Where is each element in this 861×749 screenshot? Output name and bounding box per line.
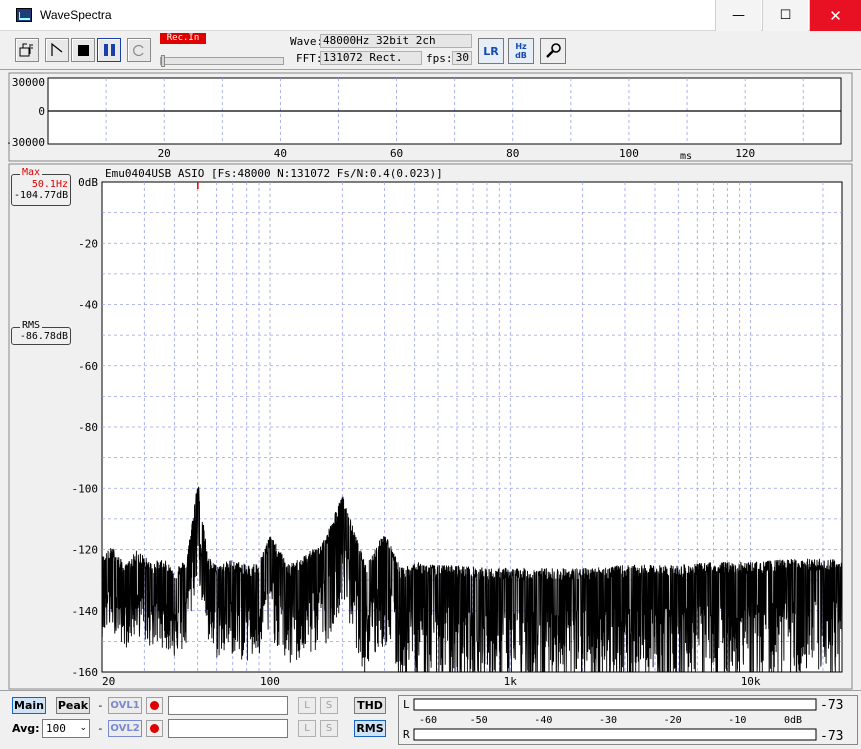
spec-x-tick: 10k [741,675,761,688]
waveform-view: 20 40 60 80 100 120 ms 30000 0 -30000 [8,72,853,162]
thd-button[interactable]: THD [354,697,386,714]
avg-value: 100 [46,722,66,735]
pause-button[interactable] [97,38,121,62]
spec-y-tick: -40 [78,299,98,312]
meter-r-label: R [403,728,410,741]
maximize-button[interactable]: ☐ [762,0,808,31]
open-file-button[interactable] [15,38,39,62]
fps-field: 30 [452,51,472,65]
spec-x-tick: 20 [102,675,115,688]
spec-y-tick: -100 [72,482,99,495]
wave-x-tick: 100 [619,147,639,160]
hz-db-button[interactable]: Hz dB [508,38,534,64]
meter-l-bar [413,698,817,711]
main-button[interactable]: Main [12,697,46,714]
max-frequency: 50.1Hz [31,179,68,190]
rec-in-badge: Rec.In [160,33,206,44]
wave-y-tick: -30000 [8,136,45,149]
minimize-button[interactable]: — [715,0,761,31]
wave-x-tick: 120 [735,147,755,160]
wave-format-field: 48000Hz 32bit 2ch [320,34,472,48]
stop-icon [77,44,89,56]
wave-y-tick: 0 [38,105,45,118]
avg-label: Avg: [12,722,40,735]
record-icon [51,42,63,56]
spec-y-tick: -160 [72,666,99,679]
settings-wrench-icon [546,43,561,58]
ovl1-button[interactable]: OVL1 [108,697,142,714]
spec-y-tick: -120 [72,544,99,557]
spec-y-tick: -60 [78,360,98,373]
rms-caption: RMS [20,320,43,331]
chevron-down-icon: ⌄ [79,723,87,733]
ovl2-record-button[interactable] [146,720,163,737]
spec-y-tick: -140 [72,605,99,618]
meter-scale-label: -10 [728,715,746,726]
peak-button[interactable]: Peak [56,697,90,714]
meter-l-label: L [403,698,410,711]
wave-x-tick: 40 [274,147,287,160]
ovl2-name-field[interactable] [168,719,288,738]
ovl1-name-field[interactable] [168,696,288,715]
app-wave-icon [16,8,32,22]
wave-x-unit: ms [680,151,692,162]
input-level-thumb[interactable] [161,55,165,67]
spec-x-tick: 100 [260,675,280,688]
settings-button[interactable] [540,38,566,64]
ovl2-save-button[interactable]: S [320,720,338,737]
meter-scale-label: 0dB [784,715,802,726]
ovl1-save-button[interactable]: S [320,697,338,714]
wave-x-tick: 80 [506,147,519,160]
avg-select[interactable]: 100 ⌄ [42,719,90,738]
hz-db-icon: Hz dB [515,42,527,60]
spectrum-header: Emu0404USB ASIO [Fs:48000 N:131072 Fs/N:… [105,167,443,180]
meter-scale-label: -40 [534,715,552,726]
record-button[interactable] [45,38,69,62]
wave-x-tick: 20 [158,147,171,160]
meter-r-value: -73 [820,729,843,744]
open-icon [19,43,33,57]
loop-icon [133,44,144,57]
window-title: WaveSpectra [40,8,112,22]
dash-separator-2: - [97,722,104,735]
dash-separator: - [97,699,104,712]
level-meter: L -73 -60 -50 -40 -30 -20 -10 0dB R -73 [398,695,858,745]
loop-button[interactable] [127,38,151,62]
meter-r-bar [413,728,817,741]
max-level: -104.77dB [14,190,69,201]
pause-icon [103,44,115,56]
ovl2-button[interactable]: OVL2 [108,720,142,737]
fft-size-field: 131072 Rect. [320,51,422,65]
spectrum-view: Emu0404USB ASIO [Fs:48000 N:131072 Fs/N:… [8,163,853,690]
ovl2-load-button[interactable]: L [298,720,316,737]
meter-scale-label: -60 [419,715,437,726]
spec-y-tick: -80 [78,421,98,434]
meter-scale-label: -20 [664,715,682,726]
fps-label: fps: [426,52,453,65]
lr-channel-button[interactable]: LR [478,38,504,64]
ovl1-load-button[interactable]: L [298,697,316,714]
wave-label: Wave: [290,35,324,48]
spec-x-tick: 1k [504,675,518,688]
input-level-slider[interactable] [160,57,284,65]
rms-button[interactable]: RMS [354,720,386,737]
title-bar: WaveSpectra — ☐ ✕ [0,0,861,31]
spec-y-tick: -20 [78,237,98,250]
wave-x-tick: 60 [390,147,403,160]
wave-y-tick: 30000 [12,76,45,89]
meter-scale-label: -30 [599,715,617,726]
stop-button[interactable] [71,38,95,62]
max-readout: 50.1Hz -104.77dB [11,174,71,206]
meter-scale-label: -50 [470,715,488,726]
spec-y-tick: 0dB [78,176,98,189]
meter-l-value: -73 [820,698,843,713]
lr-icon: LR [483,44,499,58]
rms-level: -86.78dB [19,331,68,342]
close-button[interactable]: ✕ [809,0,861,31]
max-caption: Max [20,167,43,178]
bottom-control-bar: Main Peak - OVL1 L S Avg: 100 ⌄ - OVL2 L … [0,690,861,749]
fft-label: FFT: [296,52,323,65]
ovl1-record-button[interactable] [146,697,163,714]
